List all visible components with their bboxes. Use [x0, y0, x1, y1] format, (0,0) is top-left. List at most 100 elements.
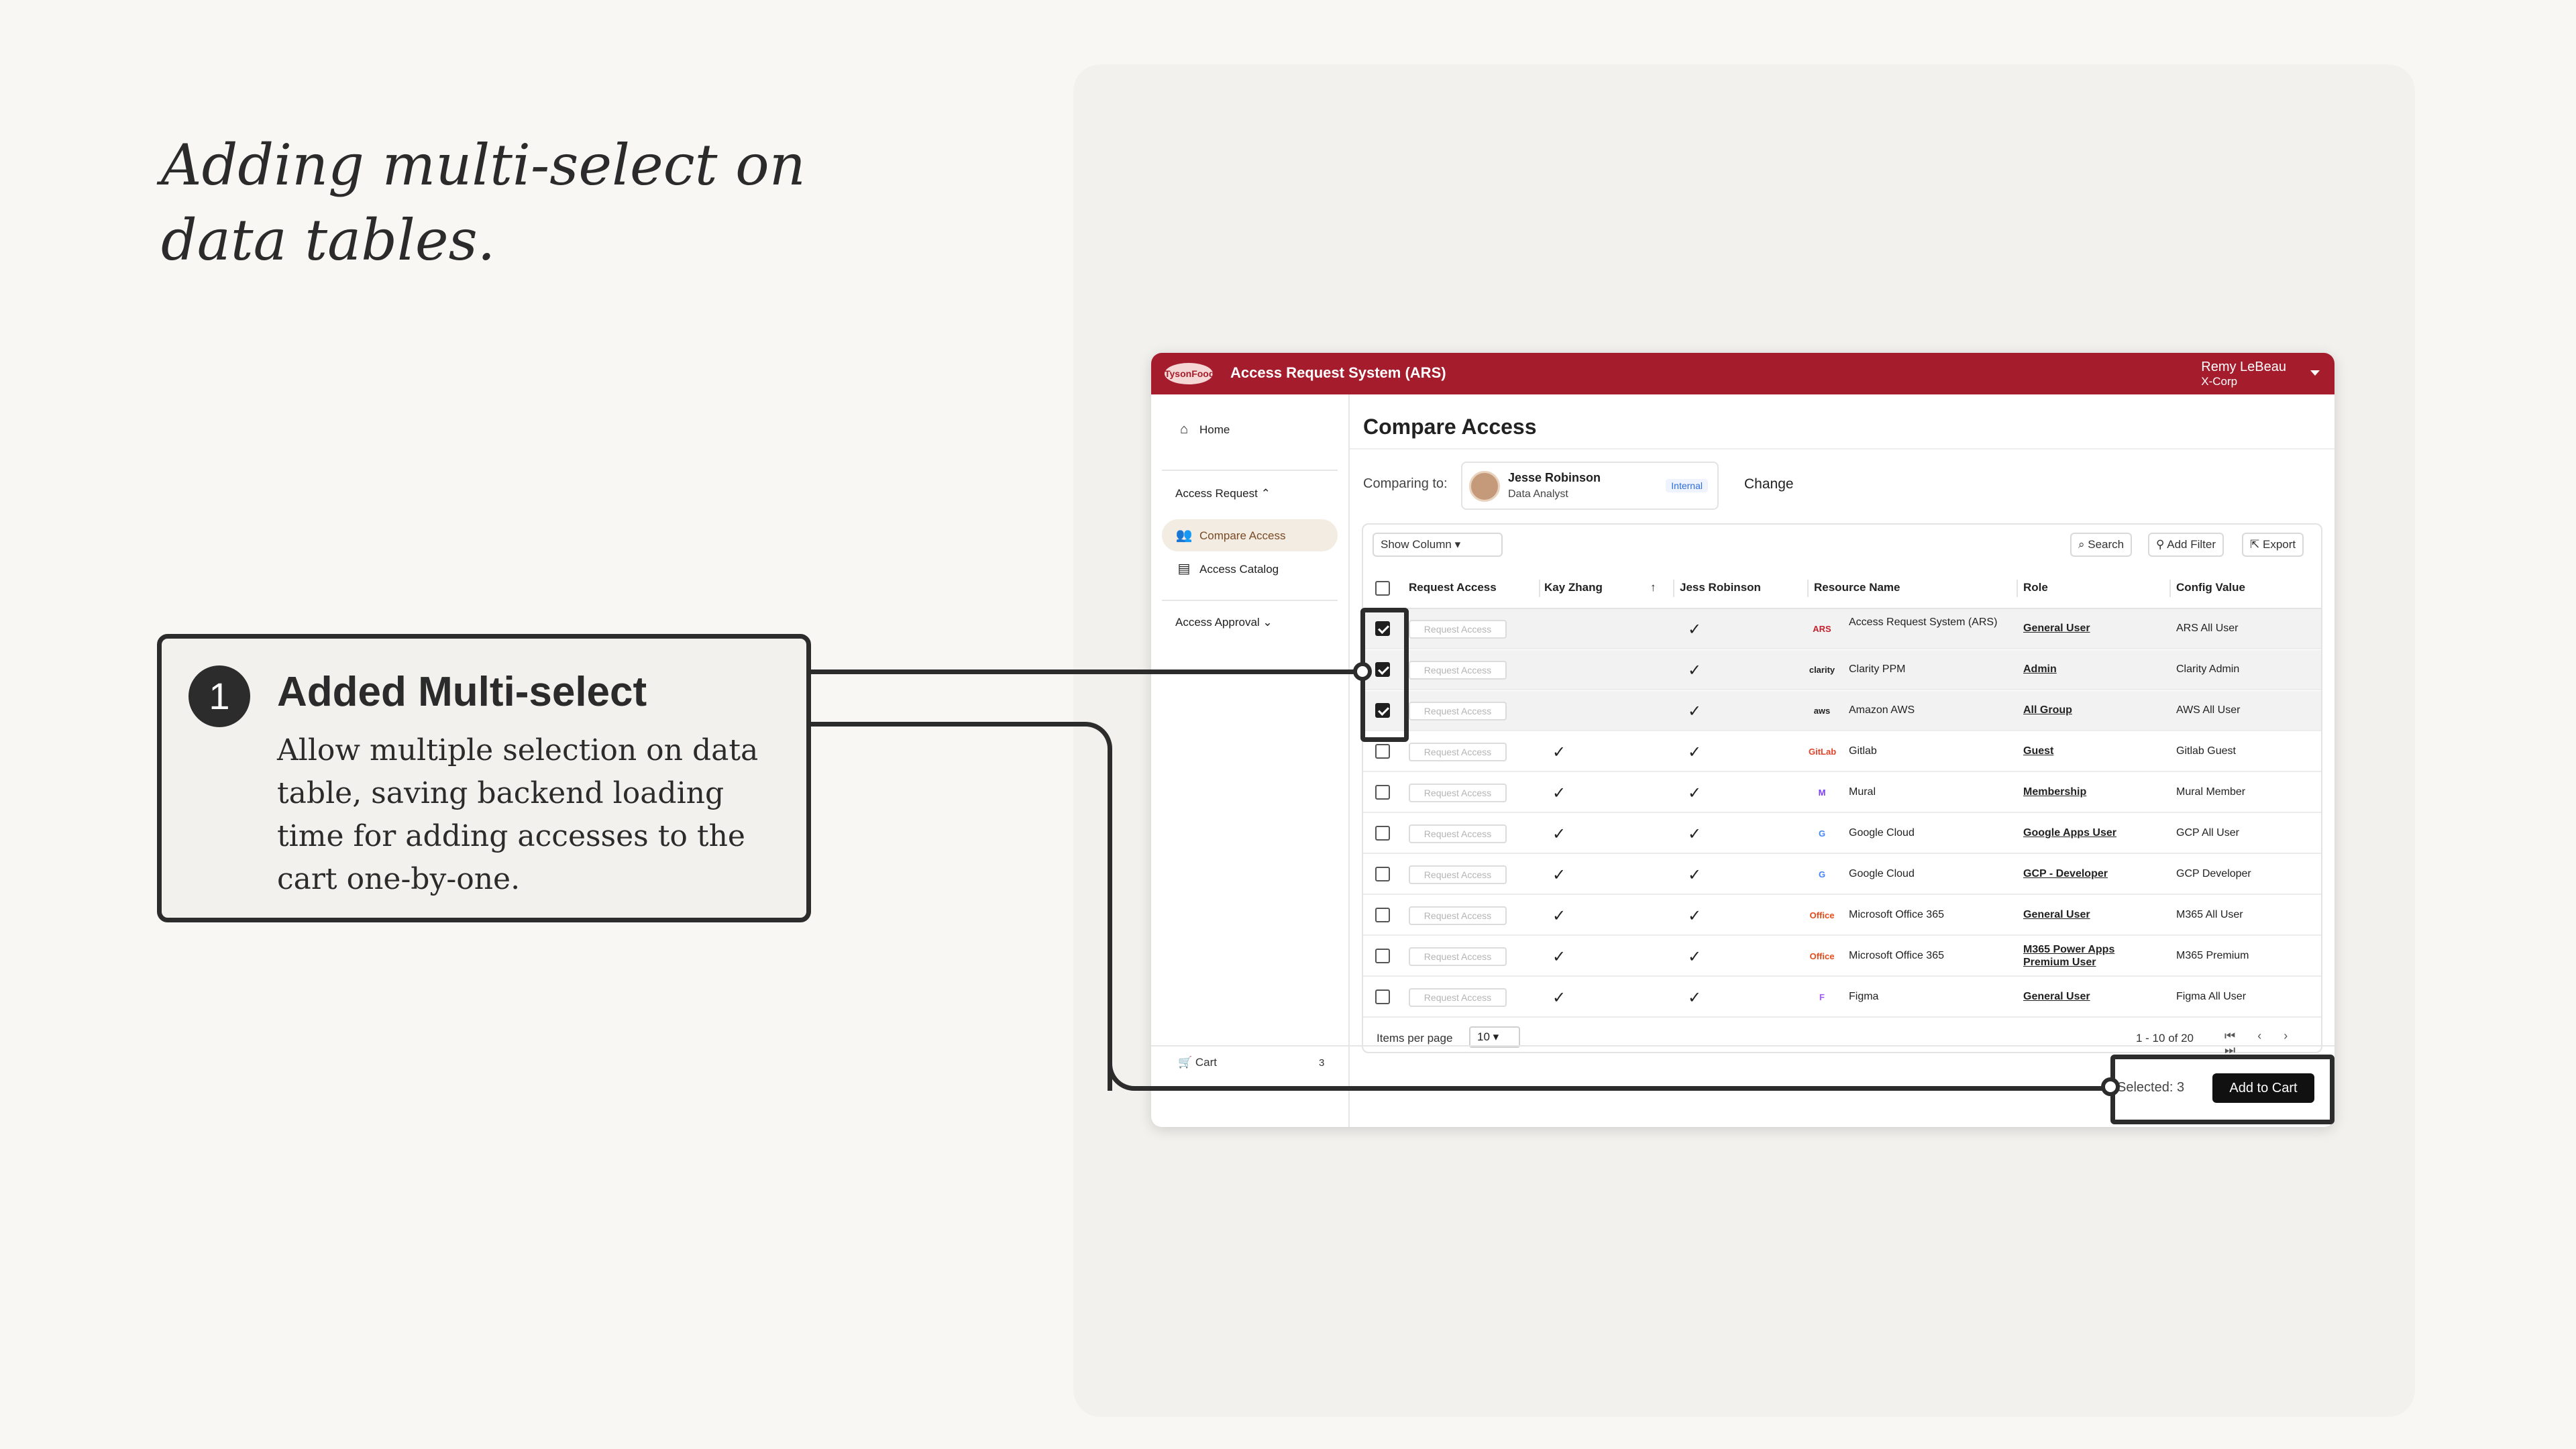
row-checkbox[interactable]	[1375, 867, 1390, 881]
catalog-icon: ▤	[1177, 561, 1191, 576]
config-value: ARS All User	[2176, 623, 2239, 634]
app-window: TysonFoods Access Request System (ARS) R…	[1151, 353, 2334, 1127]
chevron-down-icon[interactable]	[2310, 370, 2320, 376]
sidebar-section-access-request[interactable]: Access Request ⌃	[1175, 487, 1271, 500]
search-button[interactable]: ⌕ Search	[2070, 533, 2133, 557]
column-separator	[1539, 580, 1540, 597]
resource-logo-icon: M	[1818, 788, 1826, 798]
request-access-button[interactable]: Request Access	[1409, 947, 1507, 966]
header-kay-zhang[interactable]: Kay Zhang	[1544, 581, 1603, 594]
callout-card: 1 Added Multi-select Allow multiple sele…	[157, 634, 811, 922]
row-checkbox[interactable]	[1375, 744, 1390, 759]
headline: Adding multi-select on data tables.	[161, 132, 806, 273]
role-link[interactable]: M365 Power Apps Premium User	[2023, 943, 2137, 969]
config-value: Mural Member	[2176, 786, 2246, 798]
check-icon: ✓	[1688, 989, 1702, 1007]
request-access-button[interactable]: Request Access	[1409, 620, 1507, 639]
role-link[interactable]: Google Apps User	[2023, 827, 2116, 839]
config-value: Figma All User	[2176, 991, 2247, 1002]
header-config-value[interactable]: Config Value	[2176, 581, 2245, 594]
resource-name: Clarity PPM	[1849, 663, 1906, 675]
sidebar: ⌂ Home Access Request ⌃ 👥 Compare Access ▤…	[1151, 394, 1350, 1127]
search-label: Search	[2088, 538, 2125, 551]
person-name: Jesse Robinson	[1508, 471, 1601, 484]
role-link[interactable]: Admin	[2023, 663, 2057, 676]
table-row[interactable]: Request Access ✓ ✓ Office Microsoft Office 3…	[1363, 896, 2321, 936]
request-access-button[interactable]: Request Access	[1409, 702, 1507, 720]
role-link[interactable]: GCP - Developer	[2023, 868, 2108, 880]
top-bar: TysonFoods Access Request System (ARS) R…	[1151, 353, 2334, 394]
request-access-button[interactable]: Request Access	[1409, 743, 1507, 761]
row-checkbox[interactable]	[1375, 949, 1390, 963]
page-range: 1 - 10 of 20	[2136, 1032, 2194, 1044]
check-icon: ✓	[1688, 866, 1702, 884]
sidebar-item-home[interactable]: ⌂ Home	[1162, 413, 1338, 445]
change-button[interactable]: Change	[1744, 476, 1794, 492]
check-icon: ✓	[1552, 989, 1566, 1007]
export-button[interactable]: ⇱ Export	[2242, 533, 2304, 557]
table-row[interactable]: Request Access ✓ clarity Clarity PPM Admin Cl…	[1363, 650, 2321, 690]
resource-logo-icon: aws	[1813, 706, 1831, 716]
sidebar-section-access-approval[interactable]: Access Approval ⌄	[1175, 616, 1273, 629]
user-menu[interactable]: Remy LeBeau X-Corp	[2201, 360, 2286, 389]
table-row[interactable]: Request Access ✓ ✓ G Google Cloud Google Apps…	[1363, 814, 2321, 854]
row-checkbox[interactable]	[1375, 785, 1390, 800]
select-all-checkbox[interactable]	[1375, 581, 1390, 596]
column-separator	[2017, 580, 2018, 597]
config-value: M365 All User	[2176, 909, 2243, 920]
role-link[interactable]: All Group	[2023, 704, 2072, 716]
sidebar-item-label: Home	[1199, 423, 1230, 436]
row-checkbox[interactable]	[1375, 826, 1390, 841]
request-access-button[interactable]: Request Access	[1409, 784, 1507, 802]
resource-logo-icon: GitLab	[1809, 747, 1837, 757]
home-icon: ⌂	[1179, 422, 1189, 437]
resource-name: Microsoft Office 365	[1849, 909, 1944, 920]
show-column-dropdown[interactable]: Show Column ▾	[1373, 533, 1503, 557]
header-role[interactable]: Role	[2023, 581, 2048, 594]
config-value: AWS All User	[2176, 704, 2241, 716]
person-card[interactable]: Jesse Robinson Data Analyst Internal	[1461, 462, 1719, 510]
connector-dot	[2101, 1077, 2120, 1096]
table-row[interactable]: Request Access ✓ ✓ M Mural Membership Mural Me…	[1363, 773, 2321, 813]
resource-name: Amazon AWS	[1849, 704, 1915, 716]
avatar	[1469, 471, 1500, 502]
page-title: Compare Access	[1363, 415, 1537, 439]
header-resource-name[interactable]: Resource Name	[1814, 581, 1900, 594]
role-link[interactable]: General User	[2023, 623, 2090, 635]
sidebar-item-access-catalog[interactable]: ▤ Access Catalog	[1162, 553, 1338, 585]
table-row[interactable]: Request Access ✓ ✓ GitLab Gitlab Guest Gitlab …	[1363, 732, 2321, 772]
role-link[interactable]: General User	[2023, 991, 2090, 1003]
request-access-button[interactable]: Request Access	[1409, 661, 1507, 680]
selection-highlight	[2110, 1055, 2334, 1124]
request-access-button[interactable]: Request Access	[1409, 865, 1507, 884]
check-icon: ✓	[1552, 743, 1566, 761]
export-icon: ⇱	[2250, 538, 2260, 551]
pagination-controls[interactable]: ⏮ ‹ › ⏭	[2224, 1029, 2321, 1057]
request-access-button[interactable]: Request Access	[1409, 906, 1507, 925]
role-link[interactable]: General User	[2023, 909, 2090, 921]
bottom-divider	[1151, 1045, 2334, 1046]
search-icon: ⌕	[2078, 538, 2085, 551]
request-access-button[interactable]: Request Access	[1409, 824, 1507, 843]
role-link[interactable]: Membership	[2023, 786, 2086, 798]
table-row[interactable]: Request Access ✓ ARS Access Request System …	[1363, 609, 2321, 649]
sidebar-item-compare-access[interactable]: 👥 Compare Access	[1162, 519, 1338, 551]
sort-up-icon[interactable]: ↑	[1650, 581, 1656, 594]
sidebar-divider	[1162, 470, 1338, 471]
header-jess-robinson[interactable]: Jess Robinson	[1680, 581, 1761, 594]
table-row[interactable]: Request Access ✓ ✓ Office Microsoft Office 3…	[1363, 936, 2321, 977]
request-access-button[interactable]: Request Access	[1409, 988, 1507, 1007]
check-icon: ✓	[1688, 743, 1702, 761]
connector-dot	[1353, 662, 1372, 681]
table-row[interactable]: Request Access ✓ ✓ G Google Cloud GCP - Devel…	[1363, 855, 2321, 895]
add-filter-button[interactable]: ⚲ Add Filter	[2148, 533, 2224, 557]
table-row[interactable]: Request Access ✓ aws Amazon AWS All Group AWS…	[1363, 691, 2321, 731]
row-checkbox[interactable]	[1375, 908, 1390, 922]
table-row[interactable]: Request Access ✓ ✓ F Figma General User Figma …	[1363, 977, 2321, 1018]
role-link[interactable]: Guest	[2023, 745, 2053, 757]
title-divider	[1350, 448, 2334, 449]
table-header: Request Access Kay Zhang ↑ Jess Robinson…	[1363, 566, 2321, 609]
row-checkbox[interactable]	[1375, 989, 1390, 1004]
check-icon: ✓	[1688, 661, 1702, 680]
callout-title: Added Multi-select	[277, 669, 647, 715]
